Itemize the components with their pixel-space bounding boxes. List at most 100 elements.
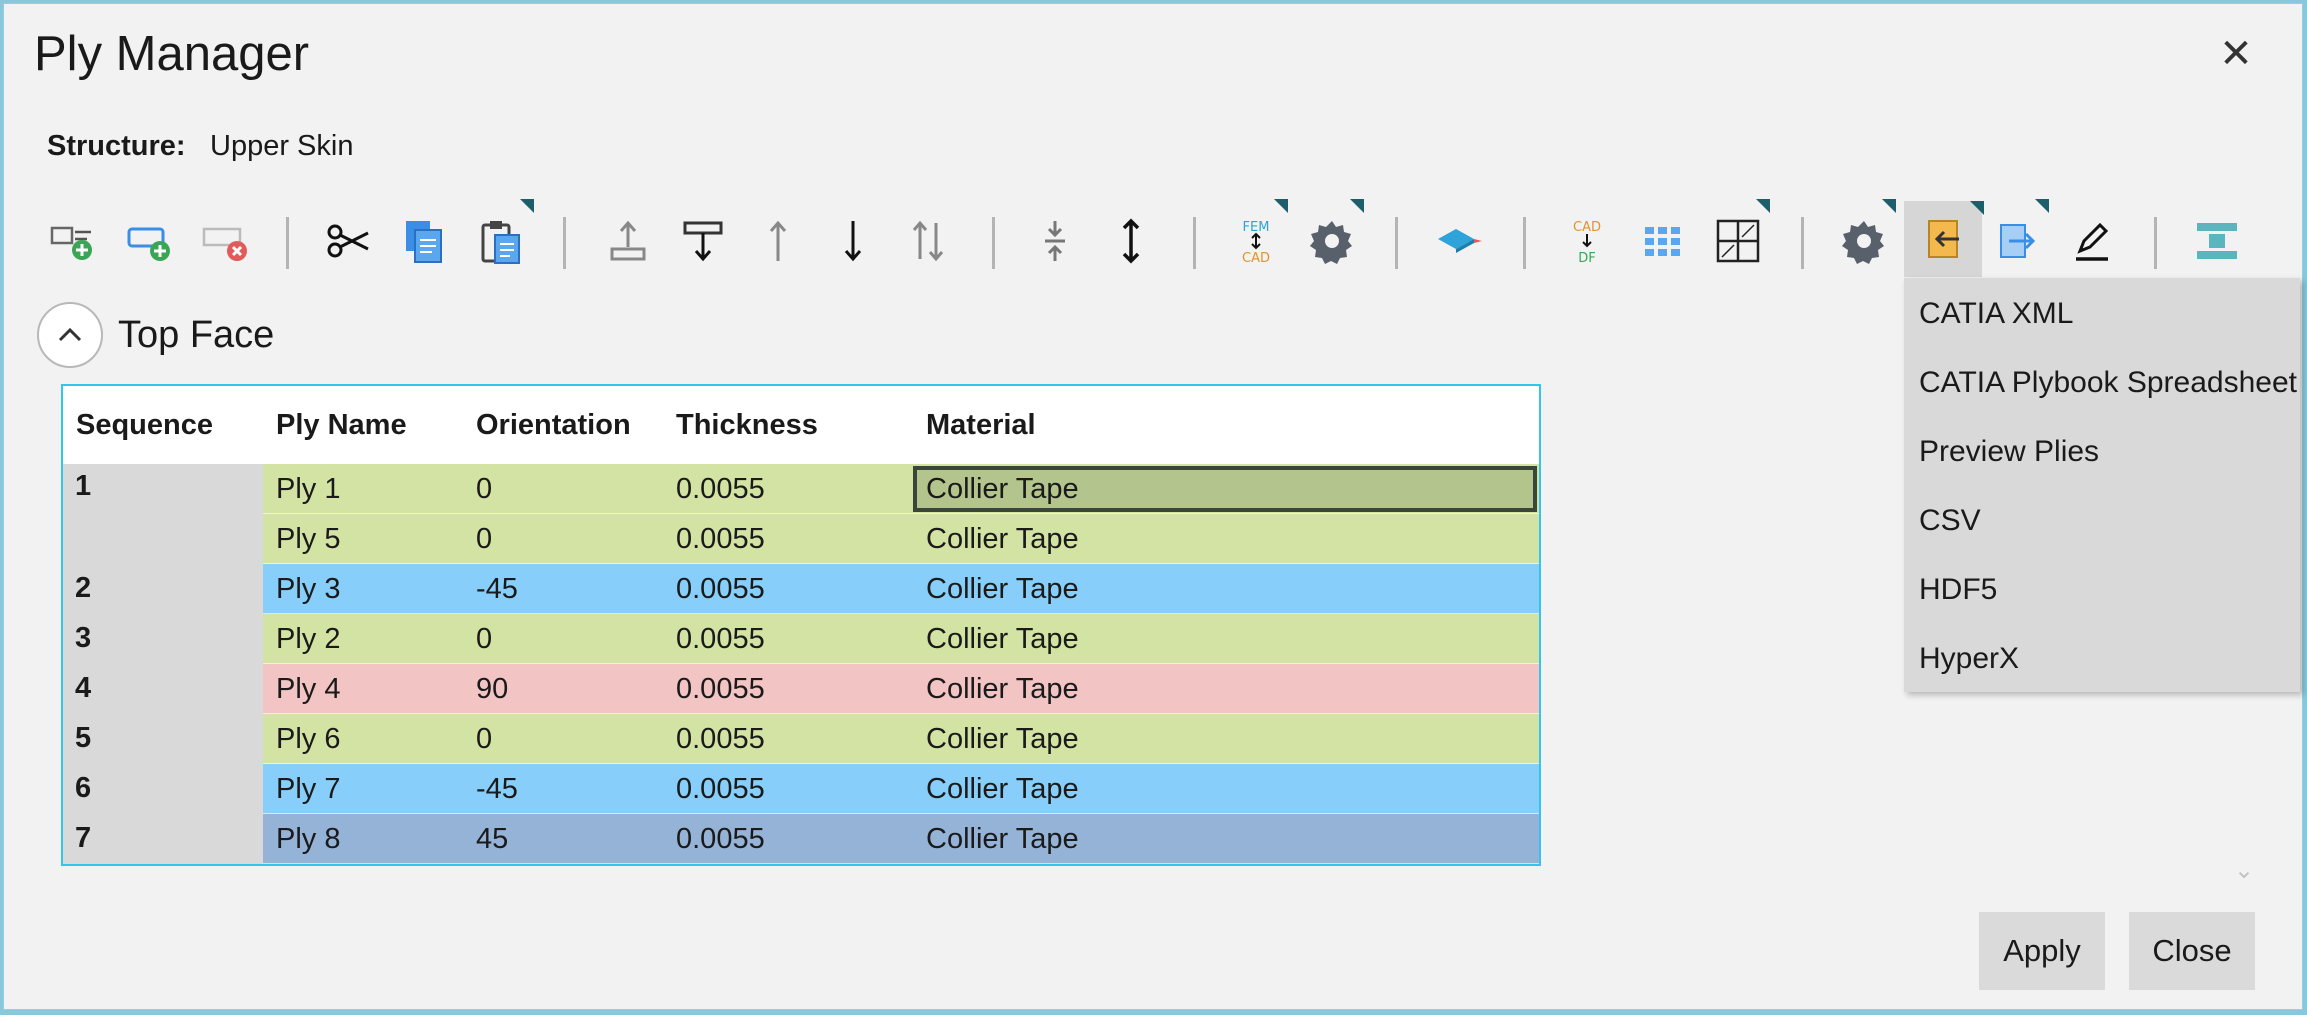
ply-name-cell[interactable]: Ply 5 <box>276 514 340 563</box>
table-row[interactable]: Ply 1 0 0.0055 Collier Tape <box>263 464 1539 514</box>
sequence-cell[interactable]: 4 <box>63 664 263 715</box>
move-up-icon[interactable] <box>748 211 808 271</box>
thickness-cell[interactable]: 0.0055 <box>676 464 765 513</box>
material-cell[interactable]: Collier Tape <box>926 464 1079 513</box>
thickness-cell[interactable]: 0.0055 <box>676 714 765 763</box>
thickness-cell[interactable]: 0.0055 <box>676 614 765 663</box>
material-cell[interactable]: Collier Tape <box>926 514 1079 563</box>
table-row[interactable]: Ply 3 -45 0.0055 Collier Tape <box>263 564 1539 614</box>
thickness-cell[interactable]: 0.0055 <box>676 664 765 713</box>
table-icon[interactable] <box>1708 199 1770 271</box>
column-header-ply-name[interactable]: Ply Name <box>276 386 407 464</box>
orientation-cell[interactable]: 45 <box>476 814 508 863</box>
orientation-cell[interactable]: 0 <box>476 614 492 663</box>
orientation-cell[interactable]: -45 <box>476 764 518 813</box>
material-cell[interactable]: Collier Tape <box>926 714 1079 763</box>
menu-item-catia-xml[interactable]: CATIA XML <box>1919 279 2073 348</box>
edit-icon[interactable] <box>2062 211 2122 271</box>
sequence-number: 2 <box>75 572 92 604</box>
move-down-icon[interactable] <box>823 211 883 271</box>
material-cell[interactable]: Collier Tape <box>926 764 1079 813</box>
column-header-sequence[interactable]: Sequence <box>76 386 213 464</box>
sequence-cell[interactable]: 3 <box>63 614 263 665</box>
expand-icon[interactable] <box>1101 211 1161 271</box>
copy-icon[interactable] <box>394 211 454 271</box>
cut-icon[interactable] <box>319 211 379 271</box>
settings-icon[interactable] <box>1302 199 1364 271</box>
thickness-cell[interactable]: 0.0055 <box>676 814 765 863</box>
export-icon[interactable] <box>1987 199 2049 271</box>
thickness-cell[interactable]: 0.0055 <box>676 764 765 813</box>
dropdown-marker <box>2035 199 2049 213</box>
table-row[interactable]: Ply 2 0 0.0055 Collier Tape <box>263 614 1539 664</box>
orientation-cell[interactable]: 0 <box>476 714 492 763</box>
table-row[interactable]: Ply 5 0 0.0055 Collier Tape <box>263 514 1539 564</box>
layer-icon[interactable] <box>1430 211 1490 271</box>
move-to-bottom-icon[interactable] <box>673 211 733 271</box>
move-to-top-icon[interactable] <box>598 211 658 271</box>
column-header-orientation[interactable]: Orientation <box>476 386 631 464</box>
thickness-cell[interactable]: 0.0055 <box>676 564 765 613</box>
ply-table: Sequence Ply Name Orientation Thickness … <box>61 384 1541 866</box>
material-cell[interactable]: Collier Tape <box>926 564 1079 613</box>
ply-name-cell[interactable]: Ply 4 <box>276 664 340 713</box>
ply-name-cell[interactable]: Ply 6 <box>276 714 340 763</box>
material-cell[interactable]: Collier Tape <box>926 614 1079 663</box>
toolbar-separator <box>1193 217 1196 269</box>
sequence-cell[interactable]: 5 <box>63 714 263 765</box>
table-row[interactable]: Ply 8 45 0.0055 Collier Tape <box>263 814 1539 864</box>
apply-button[interactable]: Apply <box>1979 912 2105 990</box>
close-button[interactable]: Close <box>2129 912 2255 990</box>
chevron-down-icon[interactable]: ⌄ <box>2234 856 2254 885</box>
material-cell[interactable]: Collier Tape <box>926 664 1079 713</box>
orientation-cell[interactable]: 90 <box>476 664 508 713</box>
structure-value: Upper Skin <box>210 130 354 162</box>
section-title: Top Face <box>118 314 275 356</box>
sequence-number: 6 <box>75 772 92 804</box>
dropdown-marker <box>1756 199 1770 213</box>
add-group-icon[interactable] <box>120 211 180 271</box>
sequence-cell[interactable]: 2 <box>63 564 263 615</box>
column-header-material[interactable]: Material <box>926 386 1036 464</box>
ply-name-cell[interactable]: Ply 2 <box>276 614 340 663</box>
svg-text:CAD: CAD <box>1573 220 1601 235</box>
import-menu: CATIA XML CATIA Plybook Spreadsheet Prev… <box>1904 278 2300 692</box>
sequence-cell[interactable]: 6 <box>63 764 263 815</box>
paste-icon[interactable] <box>472 199 534 271</box>
stack-icon[interactable] <box>2187 211 2247 271</box>
orientation-cell[interactable]: -45 <box>476 564 518 613</box>
sequence-cell[interactable]: 1 <box>63 464 263 565</box>
ply-name-cell[interactable]: Ply 1 <box>276 464 340 513</box>
thickness-cell[interactable]: 0.0055 <box>676 514 765 563</box>
sequence-number: 7 <box>75 822 92 854</box>
table-row[interactable]: Ply 6 0 0.0055 Collier Tape <box>263 714 1539 764</box>
collapse-section-button[interactable] <box>37 302 103 368</box>
menu-item-hdf5[interactable]: HDF5 <box>1919 555 1997 624</box>
swap-icon[interactable] <box>898 211 958 271</box>
material-cell[interactable]: Collier Tape <box>926 814 1079 863</box>
gear-icon[interactable] <box>1834 199 1896 271</box>
column-header-thickness[interactable]: Thickness <box>676 386 818 464</box>
table-row[interactable]: Ply 4 90 0.0055 Collier Tape <box>263 664 1539 714</box>
import-icon[interactable] <box>1904 201 1984 277</box>
add-ply-icon[interactable] <box>43 211 103 271</box>
remove-icon[interactable] <box>196 211 256 271</box>
menu-item-preview-plies[interactable]: Preview Plies <box>1919 417 2099 486</box>
ply-name-cell[interactable]: Ply 7 <box>276 764 340 813</box>
ply-name-cell[interactable]: Ply 8 <box>276 814 340 863</box>
ply-name-cell[interactable]: Ply 3 <box>276 564 340 613</box>
table-row[interactable]: Ply 7 -45 0.0055 Collier Tape <box>263 764 1539 814</box>
toolbar-separator <box>286 217 289 269</box>
grid-icon[interactable] <box>1633 211 1693 271</box>
orientation-cell[interactable]: 0 <box>476 514 492 563</box>
menu-item-hyperx[interactable]: HyperX <box>1919 624 2019 693</box>
dropdown-marker <box>1882 199 1896 213</box>
menu-item-csv[interactable]: CSV <box>1919 486 1981 555</box>
sequence-cell[interactable]: 7 <box>63 814 263 864</box>
cad-df-icon[interactable]: CAD DF <box>1557 211 1617 271</box>
menu-item-catia-plybook[interactable]: CATIA Plybook Spreadsheet <box>1919 348 2297 417</box>
collapse-icon[interactable] <box>1025 211 1085 271</box>
close-icon[interactable]: ✕ <box>2214 32 2258 76</box>
orientation-cell[interactable]: 0 <box>476 464 492 513</box>
fem-cad-icon[interactable]: FEM CAD <box>1226 199 1288 271</box>
